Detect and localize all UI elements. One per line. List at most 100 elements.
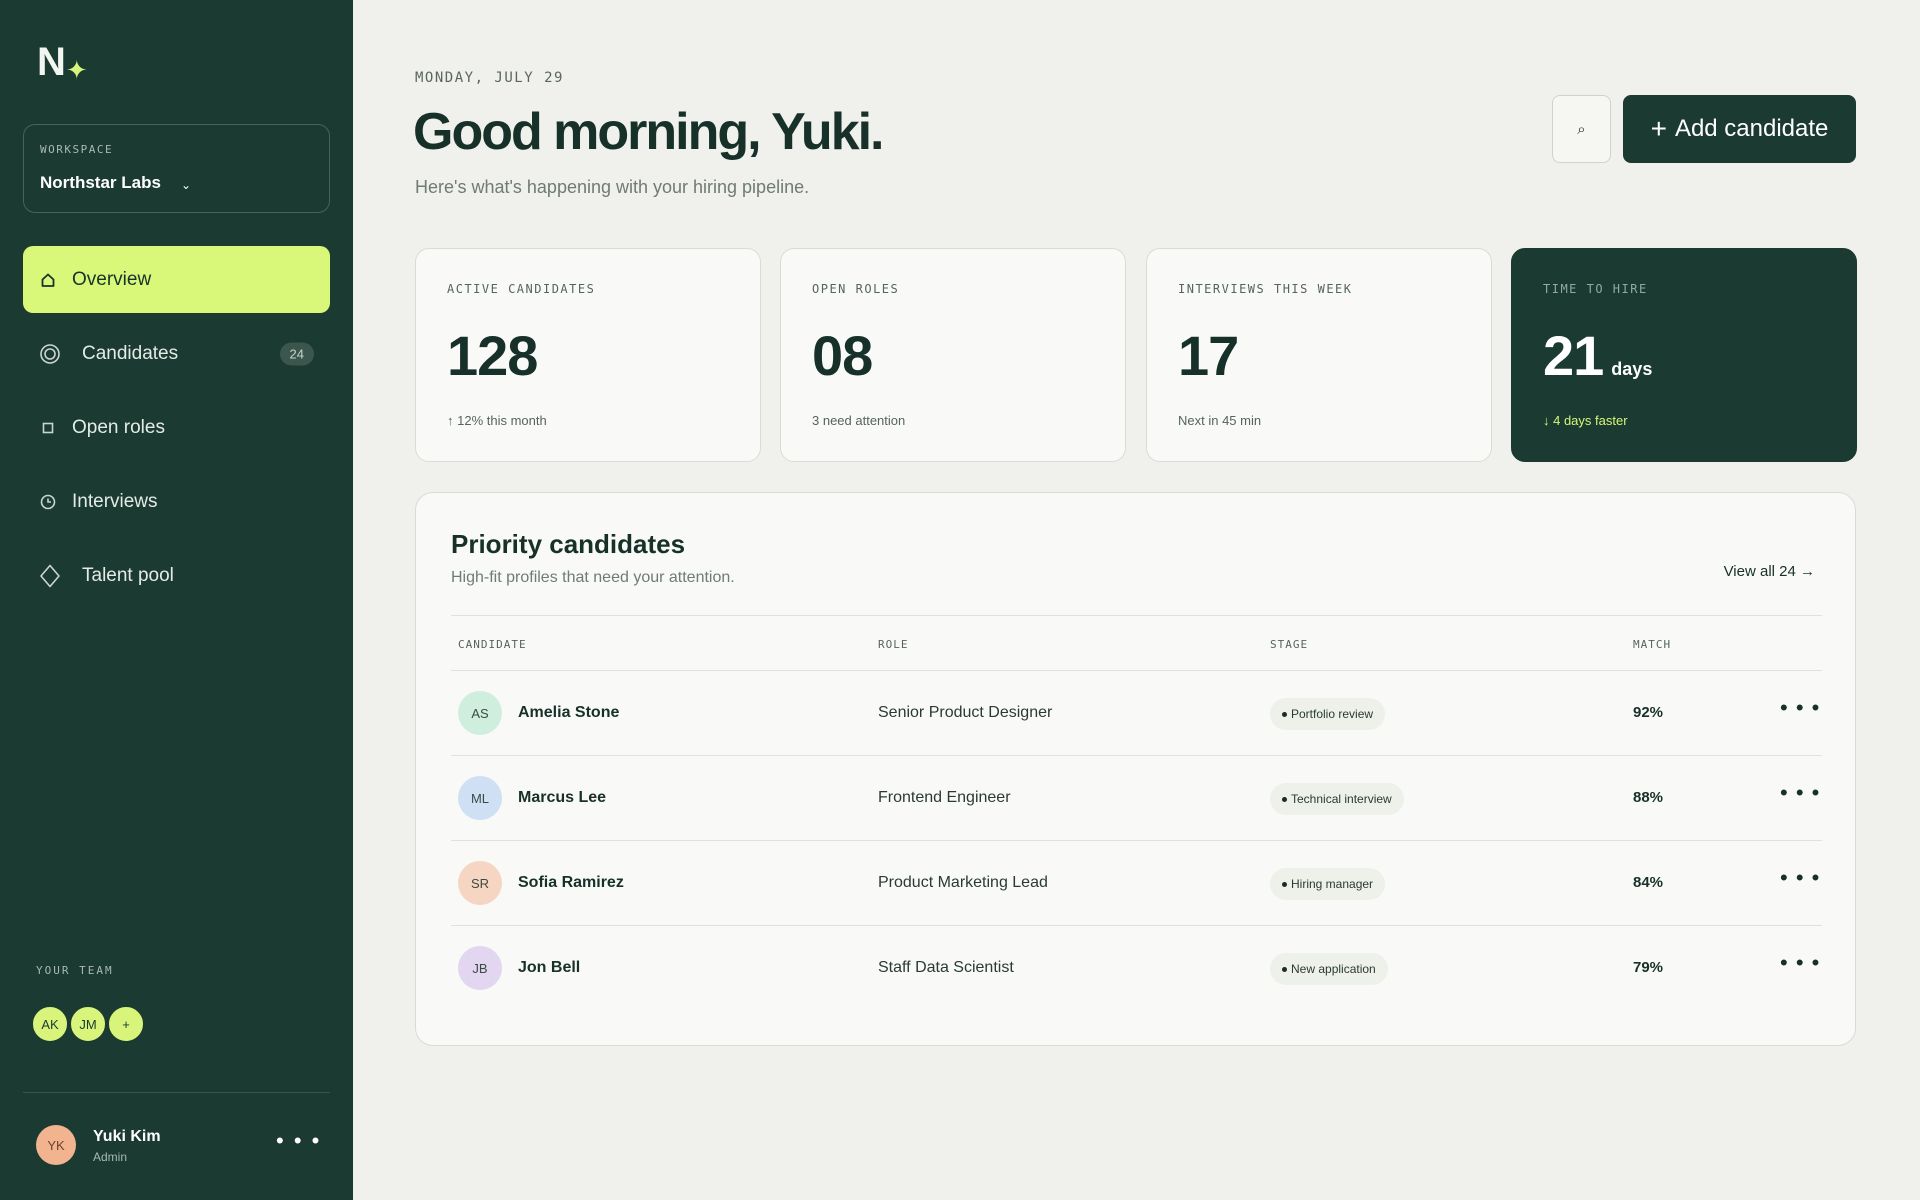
plus-icon: + bbox=[1650, 113, 1667, 144]
home-icon bbox=[37, 269, 59, 291]
view-all-link[interactable]: View all 24 → bbox=[1724, 563, 1815, 580]
stat-unit: days bbox=[1611, 359, 1653, 379]
sidebar-item-label: Interviews bbox=[72, 490, 158, 512]
panel-subtitle: High-fit profiles that need your attenti… bbox=[451, 569, 735, 586]
column-header-candidate[interactable]: CANDIDATE bbox=[458, 638, 527, 651]
add-candidate-button[interactable]: + Add candidate bbox=[1623, 95, 1856, 163]
sidebar-divider bbox=[23, 1092, 330, 1093]
search-icon: ⌕ bbox=[1577, 120, 1586, 138]
panel-title: Priority candidates bbox=[451, 529, 686, 559]
status-dot-icon bbox=[1282, 966, 1287, 972]
sidebar-item-interviews[interactable]: Interviews bbox=[23, 468, 330, 535]
workspace-switcher[interactable]: WORKSPACE Northstar Labs ⌄ bbox=[23, 124, 330, 213]
match-score: 88% bbox=[1633, 789, 1664, 806]
row-more-button[interactable]: • • • bbox=[1780, 780, 1820, 806]
candidate-name[interactable]: Amelia Stone bbox=[518, 704, 619, 722]
app-logo[interactable]: N✦ bbox=[37, 40, 88, 85]
row-more-button[interactable]: • • • bbox=[1780, 695, 1820, 721]
chevron-down-icon: ⌄ bbox=[181, 178, 192, 192]
status-dot-icon bbox=[1282, 796, 1287, 802]
table-header: CANDIDATE ROLE STAGE MATCH bbox=[451, 615, 1822, 671]
candidate-name[interactable]: Jon Bell bbox=[518, 959, 580, 977]
square-icon bbox=[37, 417, 59, 439]
sparkle-icon: ✦ bbox=[65, 55, 88, 85]
status-dot-icon bbox=[1282, 711, 1287, 717]
workspace-name: Northstar Labs bbox=[40, 173, 161, 192]
sidebar-nav: Overview Candidates 24 Open roles Interv… bbox=[23, 246, 330, 616]
current-date: MONDAY, JULY 29 bbox=[415, 70, 564, 86]
stat-label: ACTIVE CANDIDATES bbox=[447, 282, 596, 296]
user-menu-button[interactable]: • • • bbox=[276, 1128, 321, 1154]
column-header-match[interactable]: MATCH bbox=[1633, 638, 1671, 651]
page-subtitle: Here's what's happening with your hiring… bbox=[415, 177, 810, 197]
priority-candidates-panel: Priority candidates High-fit profiles th… bbox=[415, 492, 1856, 1046]
team-label: YOUR TEAM bbox=[36, 964, 114, 977]
candidate-name[interactable]: Marcus Lee bbox=[518, 789, 606, 807]
workspace-label: WORKSPACE bbox=[40, 143, 114, 156]
table-row[interactable]: SR Sofia Ramirez Product Marketing Lead … bbox=[451, 841, 1822, 926]
stat-value: 08 bbox=[812, 324, 873, 387]
stat-value: 21 days bbox=[1543, 324, 1653, 387]
match-score: 79% bbox=[1633, 959, 1664, 976]
search-button[interactable]: ⌕ bbox=[1552, 95, 1611, 163]
user-avatar[interactable]: YK bbox=[36, 1125, 76, 1165]
candidates-table: CANDIDATE ROLE STAGE MATCH AS Amelia Sto… bbox=[451, 615, 1822, 1011]
stat-note: 3 need attention bbox=[812, 413, 906, 428]
stat-card-interviews: INTERVIEWS THIS WEEK 17 Next in 45 min bbox=[1146, 248, 1492, 462]
team-member-avatar[interactable]: JM bbox=[69, 1005, 107, 1043]
stat-value: 128 bbox=[447, 324, 538, 387]
sidebar: N✦ WORKSPACE Northstar Labs ⌄ Overview C… bbox=[0, 0, 353, 1200]
table-row[interactable]: ML Marcus Lee Frontend Engineer Technica… bbox=[451, 756, 1822, 841]
row-more-button[interactable]: • • • bbox=[1780, 950, 1820, 976]
stat-card-open-roles: OPEN ROLES 08 3 need attention bbox=[780, 248, 1126, 462]
stat-card-active-candidates: ACTIVE CANDIDATES 128 ↑ 12% this month bbox=[415, 248, 761, 462]
stage-badge: Hiring manager bbox=[1270, 868, 1386, 900]
sidebar-item-open-roles[interactable]: Open roles bbox=[23, 394, 330, 461]
stat-value: 17 bbox=[1178, 324, 1239, 387]
row-more-button[interactable]: • • • bbox=[1780, 865, 1820, 891]
column-header-stage[interactable]: STAGE bbox=[1270, 638, 1308, 651]
sidebar-item-label: Overview bbox=[72, 268, 152, 290]
match-score: 84% bbox=[1633, 874, 1664, 891]
sidebar-item-label: Talent pool bbox=[82, 564, 174, 586]
add-candidate-label: Add candidate bbox=[1674, 115, 1829, 142]
candidate-avatar: JB bbox=[458, 946, 502, 990]
candidate-role: Product Marketing Lead bbox=[878, 874, 1048, 891]
status-dot-icon bbox=[1282, 881, 1287, 887]
match-score: 92% bbox=[1633, 704, 1664, 721]
sidebar-item-label: Open roles bbox=[72, 416, 165, 438]
add-team-member-button[interactable]: + bbox=[107, 1005, 145, 1043]
page-title: Good morning, Yuki. bbox=[413, 103, 885, 161]
stage-badge: Technical interview bbox=[1270, 783, 1404, 815]
stage-badge: New application bbox=[1270, 953, 1388, 985]
stat-label: INTERVIEWS THIS WEEK bbox=[1178, 282, 1353, 296]
user-role: Admin bbox=[93, 1150, 128, 1164]
team-member-avatar[interactable]: AK bbox=[31, 1005, 69, 1043]
stage-badge: Portfolio review bbox=[1270, 698, 1386, 730]
stat-label: OPEN ROLES bbox=[812, 282, 900, 296]
sidebar-item-label: Candidates bbox=[82, 342, 179, 364]
candidate-role: Frontend Engineer bbox=[878, 789, 1011, 806]
table-row[interactable]: AS Amelia Stone Senior Product Designer … bbox=[451, 671, 1822, 756]
table-row[interactable]: JB Jon Bell Staff Data Scientist New app… bbox=[451, 926, 1822, 1011]
stat-label: TIME TO HIRE bbox=[1543, 282, 1648, 296]
stat-note: Next in 45 min bbox=[1178, 413, 1262, 428]
candidates-count-badge: 24 bbox=[279, 342, 314, 365]
candidate-name[interactable]: Sofia Ramirez bbox=[518, 874, 624, 892]
team-avatars: AK JM + bbox=[31, 1005, 145, 1043]
sidebar-item-overview[interactable]: Overview bbox=[23, 246, 330, 313]
candidate-role: Senior Product Designer bbox=[878, 704, 1053, 721]
candidate-role: Staff Data Scientist bbox=[878, 959, 1014, 976]
sidebar-item-candidates[interactable]: Candidates 24 bbox=[23, 320, 330, 387]
column-header-role[interactable]: ROLE bbox=[878, 638, 909, 651]
candidate-avatar: ML bbox=[458, 776, 502, 820]
clock-icon bbox=[37, 491, 59, 513]
stat-note: ↑ 12% this month bbox=[447, 413, 547, 428]
target-icon bbox=[39, 343, 61, 365]
user-name: Yuki Kim bbox=[93, 1128, 161, 1145]
logo-letter: N bbox=[37, 40, 66, 84]
candidate-avatar: AS bbox=[458, 691, 502, 735]
diamond-icon bbox=[39, 564, 61, 587]
sidebar-item-talent-pool[interactable]: Talent pool bbox=[23, 542, 330, 609]
stat-card-time-to-hire: TIME TO HIRE 21 days ↓ 4 days faster bbox=[1511, 248, 1857, 462]
